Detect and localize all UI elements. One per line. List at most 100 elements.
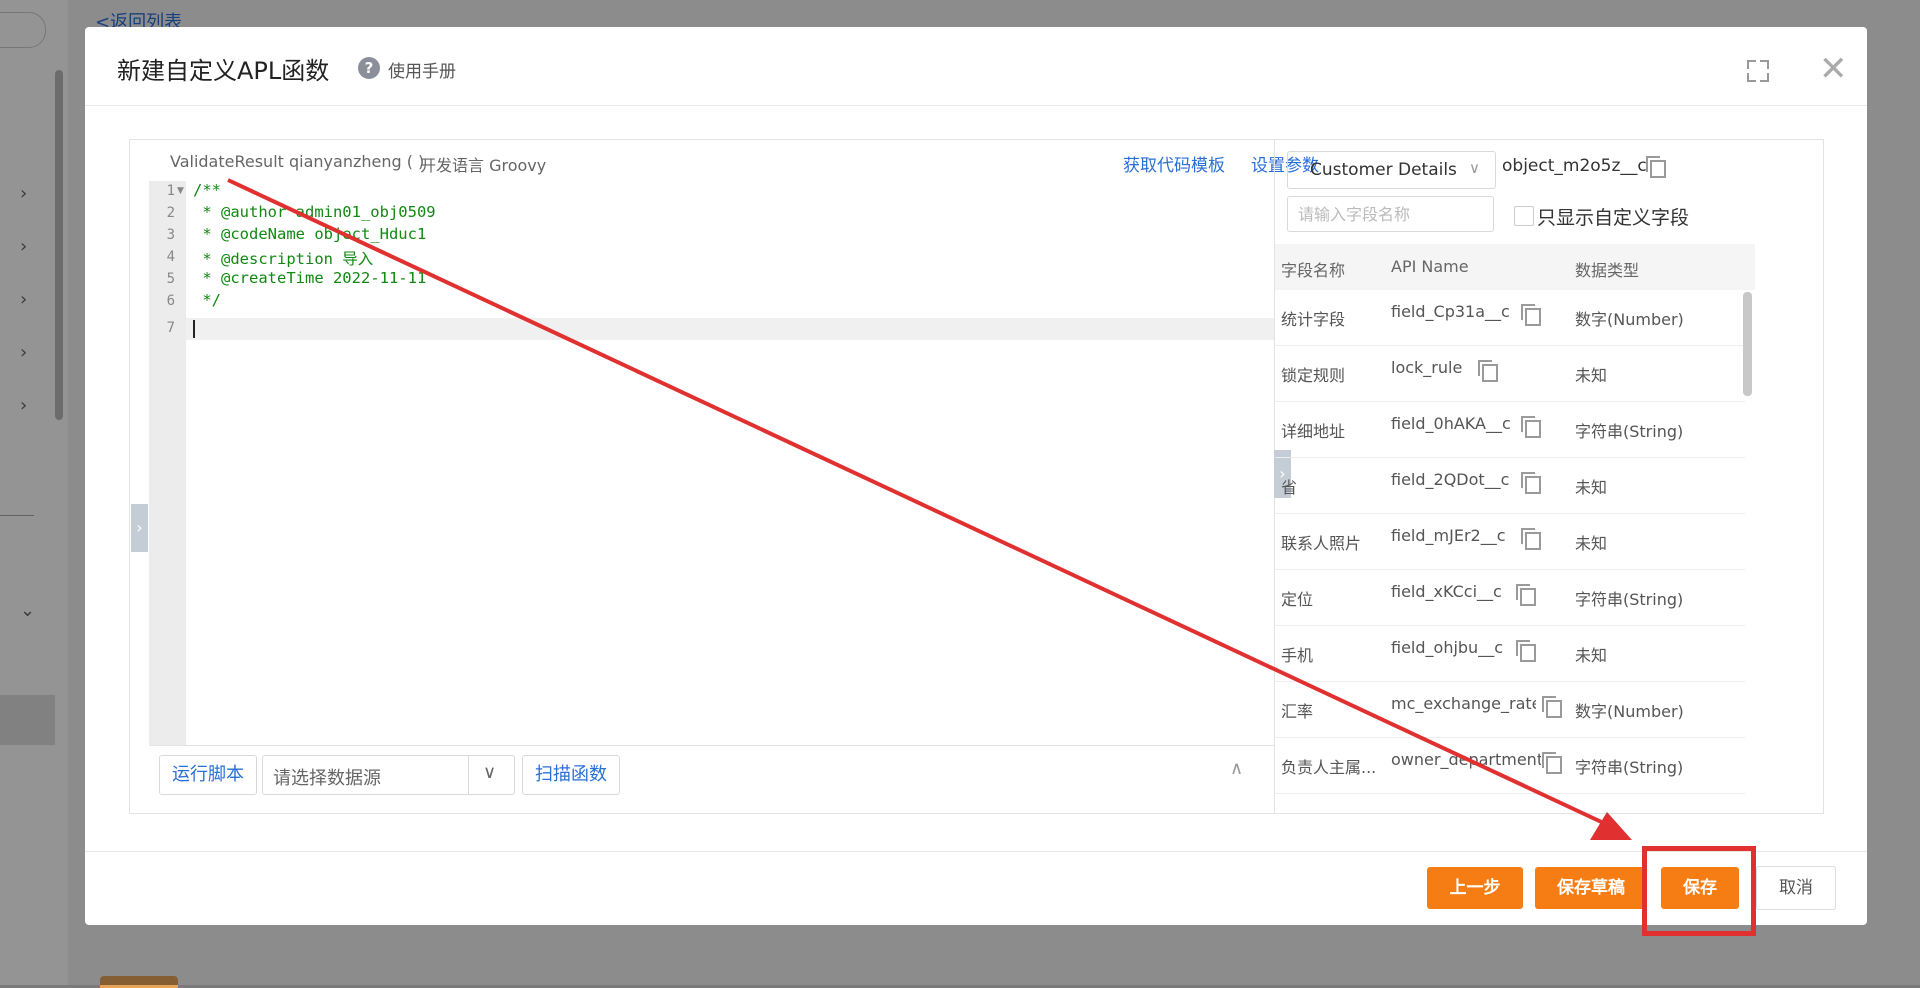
field-name: 详细地址 <box>1281 422 1346 441</box>
copy-icon[interactable] <box>1521 528 1541 550</box>
table-row[interactable]: 联系人照片 field_mJEr2__c 未知 <box>1275 514 1745 570</box>
field-api-name: owner_department <box>1391 750 1541 769</box>
user-manual-link[interactable]: 使用手册 <box>388 57 456 82</box>
field-api-name: field_2QDot__c <box>1391 470 1510 489</box>
table-row[interactable]: 详细地址 field_0hAKA__c 字符串(String) <box>1275 402 1745 458</box>
field-api-name: field_Cp31a__c <box>1391 302 1510 321</box>
custom-fields-only-checkbox[interactable] <box>1514 206 1534 226</box>
line-number: 7 <box>166 320 175 336</box>
field-name: 统计字段 <box>1281 310 1346 329</box>
copy-icon[interactable] <box>1542 752 1562 774</box>
field-search-input[interactable] <box>1287 196 1494 232</box>
modal-title: 新建自定义APL函数 <box>117 57 330 85</box>
copy-icon[interactable] <box>1516 584 1536 606</box>
field-type: 数字(Number) <box>1575 310 1684 329</box>
line-number-gutter: ▼ 1 2 3 4 5 6 7 <box>149 181 186 745</box>
custom-fields-only-label: 只显示自定义字段 <box>1537 207 1690 229</box>
datasource-select[interactable]: 请选择数据源 ∨ <box>262 755 515 795</box>
code-line: * @description 导入 <box>193 250 374 268</box>
column-header: API Name <box>1391 257 1469 276</box>
fields-table-header: 字段名称 API Name 数据类型 <box>1275 244 1755 290</box>
save-draft-button[interactable]: 保存草稿 <box>1535 867 1647 909</box>
field-name: 汇率 <box>1281 702 1314 721</box>
table-row[interactable]: 负责人主属... owner_department 字符串(String) <box>1275 738 1745 794</box>
function-editor-frame: ValidateResult qianyanzheng ( ) 开发语言 Gro… <box>129 139 1824 814</box>
code-line: /** <box>193 181 221 199</box>
code-line: * @author admin01_obj0509 <box>193 203 436 221</box>
field-name: 手机 <box>1281 646 1314 665</box>
scan-function-button[interactable]: 扫描函数 <box>522 755 620 795</box>
table-row[interactable]: 统计字段 field_Cp31a__c 数字(Number) <box>1275 290 1745 346</box>
fields-panel: › Customer Details ∨ object_m2o5z__c 只显示… <box>1274 140 1755 813</box>
field-api-name: field_mJEr2__c <box>1391 526 1506 545</box>
field-name: 锁定规则 <box>1281 366 1346 385</box>
datasource-placeholder: 请选择数据源 <box>273 768 381 789</box>
field-api-name: mc_exchange_rate <box>1391 694 1536 713</box>
field-type: 数字(Number) <box>1575 702 1684 721</box>
field-type: 未知 <box>1575 478 1608 497</box>
code-editor[interactable]: /** * @author admin01_obj0509 * @codeNam… <box>186 181 1274 745</box>
field-name: 定位 <box>1281 590 1314 609</box>
copy-icon[interactable] <box>1521 416 1541 438</box>
table-row[interactable]: 汇率 mc_exchange_rate 数字(Number) <box>1275 682 1745 738</box>
line-number: 2 <box>166 205 175 221</box>
modal-footer: 上一步 保存草稿 保存 取消 <box>85 851 1867 926</box>
copy-icon[interactable] <box>1521 304 1541 326</box>
code-line: * @createTime 2022-11-11 <box>193 269 427 287</box>
run-script-button[interactable]: 运行脚本 <box>159 755 257 795</box>
field-type: 字符串(String) <box>1575 590 1684 609</box>
get-code-template-link[interactable]: 获取代码模板 <box>1123 151 1225 176</box>
field-type: 未知 <box>1575 534 1608 553</box>
function-signature: ValidateResult qianyanzheng ( ) <box>170 152 425 171</box>
active-line-highlight <box>186 318 1274 340</box>
chevron-up-icon[interactable]: ∧ <box>1230 758 1243 779</box>
column-header: 数据类型 <box>1575 261 1640 280</box>
field-type: 未知 <box>1575 366 1608 385</box>
line-number: 1 <box>166 183 175 199</box>
copy-icon[interactable] <box>1478 360 1498 382</box>
annotation-highlight-box <box>1642 846 1756 936</box>
modal-header: 新建自定义APL函数 ? 使用手册 ✕ <box>85 27 1867 106</box>
chevron-down-icon[interactable]: ∨ <box>483 762 496 783</box>
fold-arrow-icon[interactable]: ▼ <box>177 186 184 196</box>
code-line: */ <box>193 291 221 309</box>
field-name: 联系人照片 <box>1281 534 1362 553</box>
line-number: 4 <box>166 249 175 265</box>
copy-icon[interactable] <box>1521 472 1541 494</box>
object-select[interactable]: Customer Details ∨ <box>1287 151 1496 189</box>
object-api-name: object_m2o5z__c <box>1502 156 1647 176</box>
field-api-name: field_ohjbu__c <box>1391 638 1503 657</box>
copy-icon[interactable] <box>1516 640 1536 662</box>
language-label: 开发语言 Groovy <box>420 156 547 175</box>
line-number: 3 <box>166 227 175 243</box>
field-name: 省 <box>1281 478 1298 497</box>
chevron-down-icon: ∨ <box>1469 159 1480 177</box>
question-circle-icon[interactable]: ? <box>358 57 380 79</box>
text-caret <box>193 320 195 338</box>
table-row[interactable]: 锁定规则 lock_rule 未知 <box>1275 346 1745 402</box>
object-select-value: Customer Details <box>1310 160 1457 180</box>
fullscreen-icon[interactable] <box>1747 60 1769 82</box>
copy-icon[interactable] <box>1646 156 1666 178</box>
field-type: 字符串(String) <box>1575 758 1684 777</box>
field-name: 负责人主属... <box>1281 758 1377 777</box>
fields-scrollbar[interactable] <box>1743 292 1752 396</box>
field-type: 字符串(String) <box>1575 422 1684 441</box>
cancel-button[interactable]: 取消 <box>1756 866 1836 910</box>
table-row[interactable]: 手机 field_ohjbu__c 未知 <box>1275 626 1745 682</box>
line-number: 5 <box>166 271 175 287</box>
field-api-name: field_0hAKA__c <box>1391 414 1511 433</box>
expand-left-panel-tab[interactable]: › <box>131 504 148 552</box>
copy-icon[interactable] <box>1542 696 1562 718</box>
field-api-name: field_xKCci__c <box>1391 582 1502 601</box>
code-line: * @codeName object_Hduc1 <box>193 225 427 243</box>
field-api-name: lock_rule <box>1391 358 1463 377</box>
previous-step-button[interactable]: 上一步 <box>1427 867 1523 909</box>
column-header: 字段名称 <box>1281 261 1346 280</box>
line-number: 6 <box>166 293 175 309</box>
editor-toolbar: 运行脚本 请选择数据源 ∨ 扫描函数 ∧ <box>149 745 1274 796</box>
table-row[interactable]: 省 field_2QDot__c 未知 <box>1275 458 1745 514</box>
field-type: 未知 <box>1575 646 1608 665</box>
table-row[interactable]: 定位 field_xKCci__c 字符串(String) <box>1275 570 1745 626</box>
close-icon[interactable]: ✕ <box>1819 52 1848 86</box>
